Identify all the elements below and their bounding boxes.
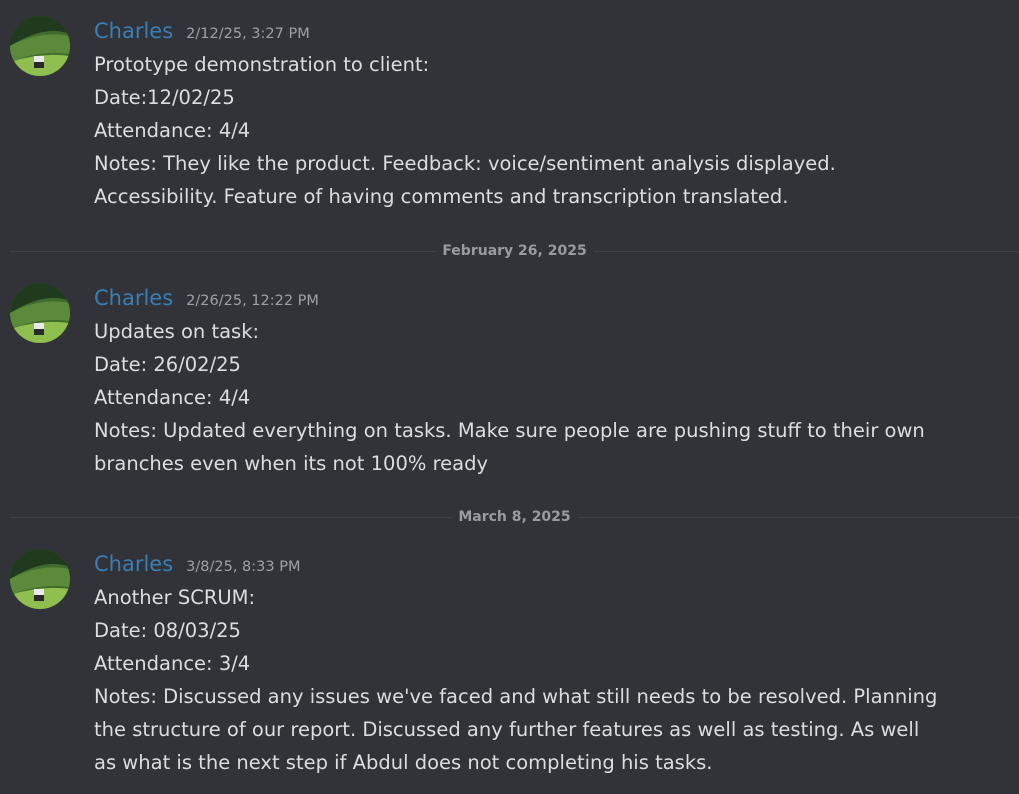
user-avatar[interactable] (10, 549, 70, 609)
landscape-avatar-icon (10, 549, 70, 609)
message-timestamp[interactable]: 2/12/25, 3:27 PM (186, 26, 310, 42)
user-avatar[interactable] (10, 283, 70, 343)
date-divider-label: February 26, 2025 (435, 241, 594, 261)
message-line: Updates on task: (94, 320, 260, 343)
message-header: Charles 2/12/25, 3:27 PM (94, 16, 310, 46)
message-line: Date: 08/03/25 (94, 619, 241, 642)
message-line: Accessibility. Feature of having comment… (94, 185, 789, 208)
message-feed: Charles 2/12/25, 3:27 PM Prototype demon… (0, 0, 1019, 794)
message-line: Attendance: 4/4 (94, 386, 251, 409)
message-line: Notes: Updated everything on tasks. Make… (94, 419, 925, 442)
message-header: Charles 2/26/25, 12:22 PM (94, 283, 319, 313)
landscape-avatar-icon (10, 16, 70, 76)
message-line: Date:12/02/25 (94, 86, 235, 109)
message: Charles 2/12/25, 3:27 PM Prototype demon… (0, 16, 1019, 211)
username[interactable]: Charles (94, 549, 173, 579)
date-divider: February 26, 2025 (10, 241, 1019, 261)
message-header: Charles 3/8/25, 8:33 PM (94, 549, 301, 579)
message: Charles 3/8/25, 8:33 PM Another SCRUM: D… (0, 549, 1019, 779)
message-line: branches even when its not 100% ready (94, 452, 489, 475)
message-line: the structure of our report. Discussed a… (94, 718, 920, 741)
user-avatar[interactable] (10, 16, 70, 76)
message-line: Date: 26/02/25 (94, 353, 241, 376)
message-content: Another SCRUM: Date: 08/03/25 Attendance… (94, 581, 994, 779)
message-timestamp[interactable]: 2/26/25, 12:22 PM (186, 293, 319, 309)
username[interactable]: Charles (94, 16, 173, 46)
username[interactable]: Charles (94, 283, 173, 313)
message-line: Another SCRUM: (94, 586, 256, 609)
message-timestamp[interactable]: 3/8/25, 8:33 PM (186, 559, 300, 575)
date-divider: March 8, 2025 (10, 507, 1019, 527)
message-line: Prototype demonstration to client: (94, 53, 430, 76)
message-line: Notes: Discussed any issues we've faced … (94, 685, 938, 708)
message-line: Notes: They like the product. Feedback: … (94, 152, 836, 175)
message-line: as what is the next step if Abdul does n… (94, 751, 713, 774)
landscape-avatar-icon (10, 283, 70, 343)
message-line: Attendance: 3/4 (94, 652, 251, 675)
message: Charles 2/26/25, 12:22 PM Updates on tas… (0, 283, 1019, 478)
message-content: Updates on task: Date: 26/02/25 Attendan… (94, 315, 994, 480)
date-divider-label: March 8, 2025 (451, 507, 578, 527)
message-line: Attendance: 4/4 (94, 119, 251, 142)
message-content: Prototype demonstration to client: Date:… (94, 48, 994, 213)
